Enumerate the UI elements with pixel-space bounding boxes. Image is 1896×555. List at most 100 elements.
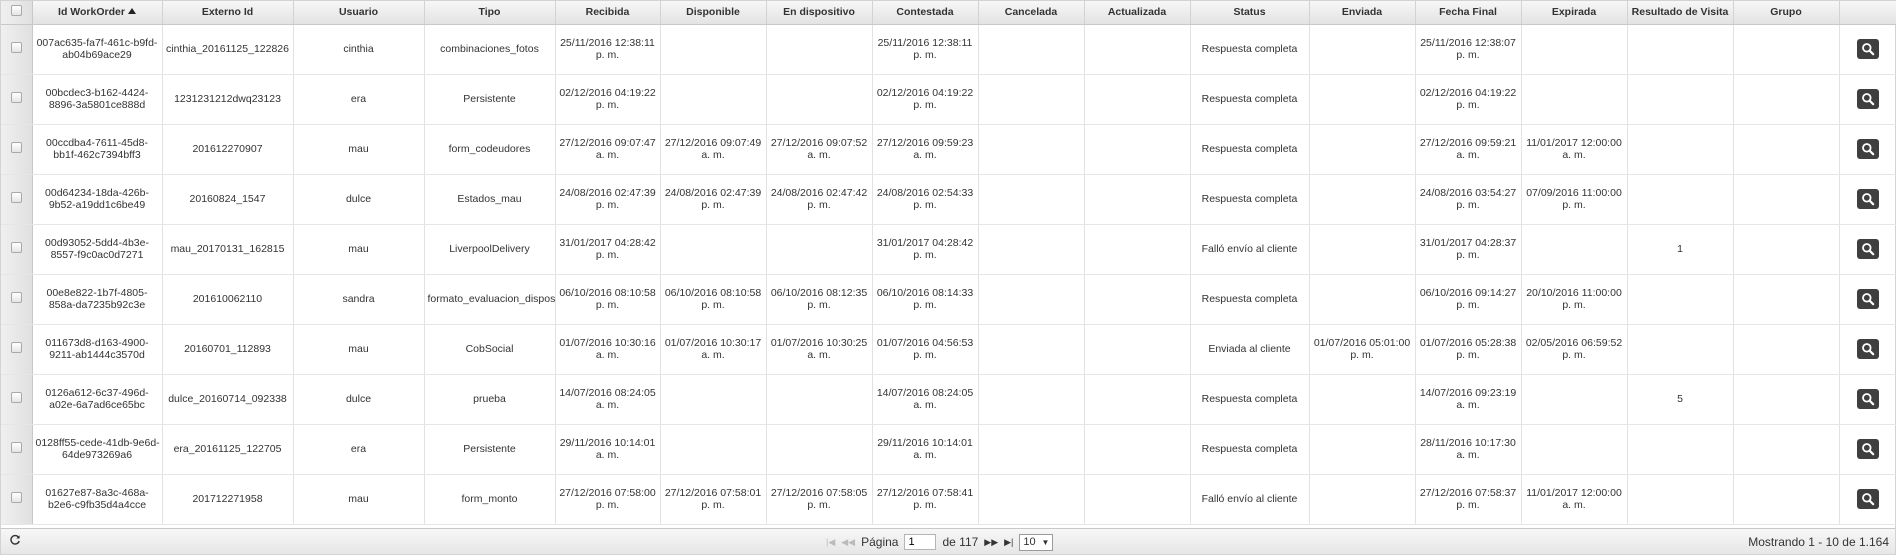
cell-cancelada bbox=[978, 374, 1085, 425]
view-details-button[interactable] bbox=[1857, 189, 1879, 209]
select-all-checkbox[interactable] bbox=[10, 5, 22, 17]
table-row[interactable]: 0128ff55-cede-41db-9e6d- 64de973269a6 era_… bbox=[1, 424, 1896, 475]
cell-grupo bbox=[1733, 74, 1840, 125]
row-select-cell[interactable] bbox=[1, 174, 33, 225]
table-row[interactable]: 007ac635-fa7f-461c-b9fd-ab04b69ace29 cint… bbox=[1, 24, 1896, 75]
column-header-usuario[interactable]: Usuario bbox=[293, 1, 425, 25]
cell-contestada-line: 29/11/2016 10:14:01 bbox=[877, 437, 973, 449]
cell-status: Respuesta completa bbox=[1190, 74, 1310, 125]
cell-id-line: 007ac635-fa7f-461c-b9fd- bbox=[36, 37, 158, 49]
cell-contestada-line: p. m. bbox=[913, 299, 937, 311]
row-checkbox[interactable] bbox=[10, 392, 22, 403]
column-header-tipo[interactable]: Tipo bbox=[424, 1, 556, 25]
row-select-cell[interactable] bbox=[1, 74, 33, 125]
column-header-fecha-final[interactable]: Fecha Final bbox=[1415, 1, 1522, 25]
column-header-grupo[interactable]: Grupo bbox=[1733, 1, 1840, 25]
table-row[interactable]: 00e8e822-1b7f-4805- 858a-da7235b92c3e 2016… bbox=[1, 274, 1896, 325]
table-row[interactable]: 011673d8-d163-4900- 9211-ab1444c3570d 2016… bbox=[1, 324, 1896, 375]
row-checkbox[interactable] bbox=[10, 342, 22, 353]
cell-id-line: bb1f-462c7394bff3 bbox=[53, 149, 141, 161]
cell-contestada: 02/12/2016 04:19:22 p. m. bbox=[872, 74, 979, 125]
cell-id-line: 9b52-a19dd1c6be49 bbox=[48, 199, 146, 211]
row-select-cell[interactable] bbox=[1, 274, 33, 325]
view-details-button[interactable] bbox=[1857, 489, 1879, 509]
row-select-cell[interactable] bbox=[1, 124, 33, 175]
column-header-resultado[interactable]: Resultado de Visita bbox=[1627, 1, 1734, 25]
next-page-icon[interactable]: ▶▶ bbox=[984, 537, 998, 548]
column-header-id[interactable]: Id WorkOrder bbox=[32, 1, 163, 25]
cell-id: 0128ff55-cede-41db-9e6d- 64de973269a6 bbox=[32, 424, 163, 475]
last-page-icon[interactable]: ▶| bbox=[1004, 537, 1013, 548]
table-row[interactable]: 00d93052-5dd4-4b3e- 8557-f9c0ac0d7271 mau_… bbox=[1, 224, 1896, 275]
row-checkbox[interactable] bbox=[10, 492, 22, 503]
column-header-externo[interactable]: Externo Id bbox=[162, 1, 294, 25]
view-details-button[interactable] bbox=[1857, 389, 1879, 409]
cell-actualizada bbox=[1084, 374, 1191, 425]
view-details-button[interactable] bbox=[1857, 89, 1879, 109]
first-page-icon[interactable]: |◀ bbox=[826, 537, 835, 548]
cell-id: 00d93052-5dd4-4b3e- 8557-f9c0ac0d7271 bbox=[32, 224, 163, 275]
column-header-actualizada[interactable]: Actualizada bbox=[1084, 1, 1191, 25]
refresh-icon[interactable] bbox=[9, 534, 21, 549]
cell-recibida-line: 14/07/2016 08:24:05 bbox=[559, 387, 656, 399]
prev-page-icon[interactable]: ◀◀ bbox=[841, 537, 855, 548]
column-header-contestada[interactable]: Contestada bbox=[872, 1, 979, 25]
cell-disponible: 27/12/2016 09:07:49 a. m. bbox=[660, 124, 767, 175]
cell-contestada: 29/11/2016 10:14:01 a. m. bbox=[872, 424, 979, 475]
cell-grupo bbox=[1733, 174, 1840, 225]
row-checkbox[interactable] bbox=[10, 192, 22, 203]
row-checkbox[interactable] bbox=[10, 442, 22, 453]
table-row[interactable]: 0126a612-6c37-496d-a02e-6a7ad6ce65bc dulc… bbox=[1, 374, 1896, 425]
column-header-expirada[interactable]: Expirada bbox=[1521, 1, 1628, 25]
table-row[interactable]: 00d64234-18da-426b- 9b52-a19dd1c6be49 2016… bbox=[1, 174, 1896, 225]
table-row[interactable]: 01627e87-8a3c-468a-b2e6-c9fb35d4a4cce 201… bbox=[1, 474, 1896, 525]
cell-actualizada bbox=[1084, 474, 1191, 525]
rows-per-page-select[interactable]: 10 ▼ bbox=[1019, 533, 1054, 551]
row-checkbox[interactable] bbox=[10, 292, 22, 303]
row-select-cell[interactable] bbox=[1, 224, 33, 275]
cell-recibida-line: p. m. bbox=[595, 199, 620, 211]
cell-recibida-line: p. m. bbox=[595, 99, 620, 111]
column-header-recibida[interactable]: Recibida bbox=[555, 1, 661, 25]
select-all-header[interactable] bbox=[1, 1, 33, 25]
view-details-button[interactable] bbox=[1857, 289, 1879, 309]
column-header-enviada[interactable]: Enviada bbox=[1309, 1, 1416, 25]
table-row[interactable]: 00ccdba4-7611-45d8- bb1f-462c7394bff3 2016… bbox=[1, 124, 1896, 175]
column-header-status[interactable]: Status bbox=[1190, 1, 1310, 25]
cell-usuario: mau bbox=[293, 324, 425, 375]
column-header-disponible[interactable]: Disponible bbox=[660, 1, 767, 25]
table-row[interactable]: 00bcdec3-b162-4424- 8896-3a5801ce888d 1231… bbox=[1, 74, 1896, 125]
row-checkbox[interactable] bbox=[10, 92, 22, 103]
row-checkbox[interactable] bbox=[10, 242, 22, 253]
column-header-cancelada[interactable]: Cancelada bbox=[978, 1, 1085, 25]
cell-status: Respuesta completa bbox=[1190, 124, 1310, 175]
row-select-cell[interactable] bbox=[1, 474, 33, 525]
search-icon bbox=[1862, 243, 1875, 256]
row-checkbox[interactable] bbox=[10, 142, 22, 153]
cell-resultado bbox=[1627, 74, 1734, 125]
cell-en-dispositivo-line: 01/07/2016 10:30:25 bbox=[770, 337, 868, 349]
row-select-cell[interactable] bbox=[1, 374, 33, 425]
view-details-button[interactable] bbox=[1857, 239, 1879, 259]
view-details-button[interactable] bbox=[1857, 139, 1879, 159]
cell-fecha-final-line: p. m. bbox=[1456, 249, 1480, 261]
page-input[interactable] bbox=[904, 534, 937, 550]
column-header-en-dispositivo[interactable]: En dispositivo bbox=[766, 1, 873, 25]
cell-contestada: 25/11/2016 12:38:11 p. m. bbox=[872, 24, 979, 75]
cell-expirada-line: 07/09/2016 11:00:00 bbox=[1526, 187, 1622, 199]
cell-resultado bbox=[1627, 124, 1734, 175]
row-select-cell[interactable] bbox=[1, 24, 33, 75]
chevron-down-icon: ▼ bbox=[1041, 537, 1050, 547]
row-select-cell[interactable] bbox=[1, 424, 33, 475]
cell-externo: 201712271958 bbox=[162, 474, 294, 525]
cell-recibida-line: p. m. bbox=[595, 299, 620, 311]
row-select-cell[interactable] bbox=[1, 324, 33, 375]
cell-grupo bbox=[1733, 424, 1840, 475]
view-details-button[interactable] bbox=[1857, 339, 1879, 359]
cell-id: 0126a612-6c37-496d-a02e-6a7ad6ce65bc bbox=[32, 374, 163, 425]
view-details-button[interactable] bbox=[1857, 439, 1879, 459]
cell-fecha-final-line: p. m. bbox=[1456, 49, 1480, 61]
view-details-button[interactable] bbox=[1857, 39, 1879, 59]
cell-en-dispositivo: 01/07/2016 10:30:25 a. m. bbox=[766, 324, 873, 375]
row-checkbox[interactable] bbox=[10, 42, 22, 53]
